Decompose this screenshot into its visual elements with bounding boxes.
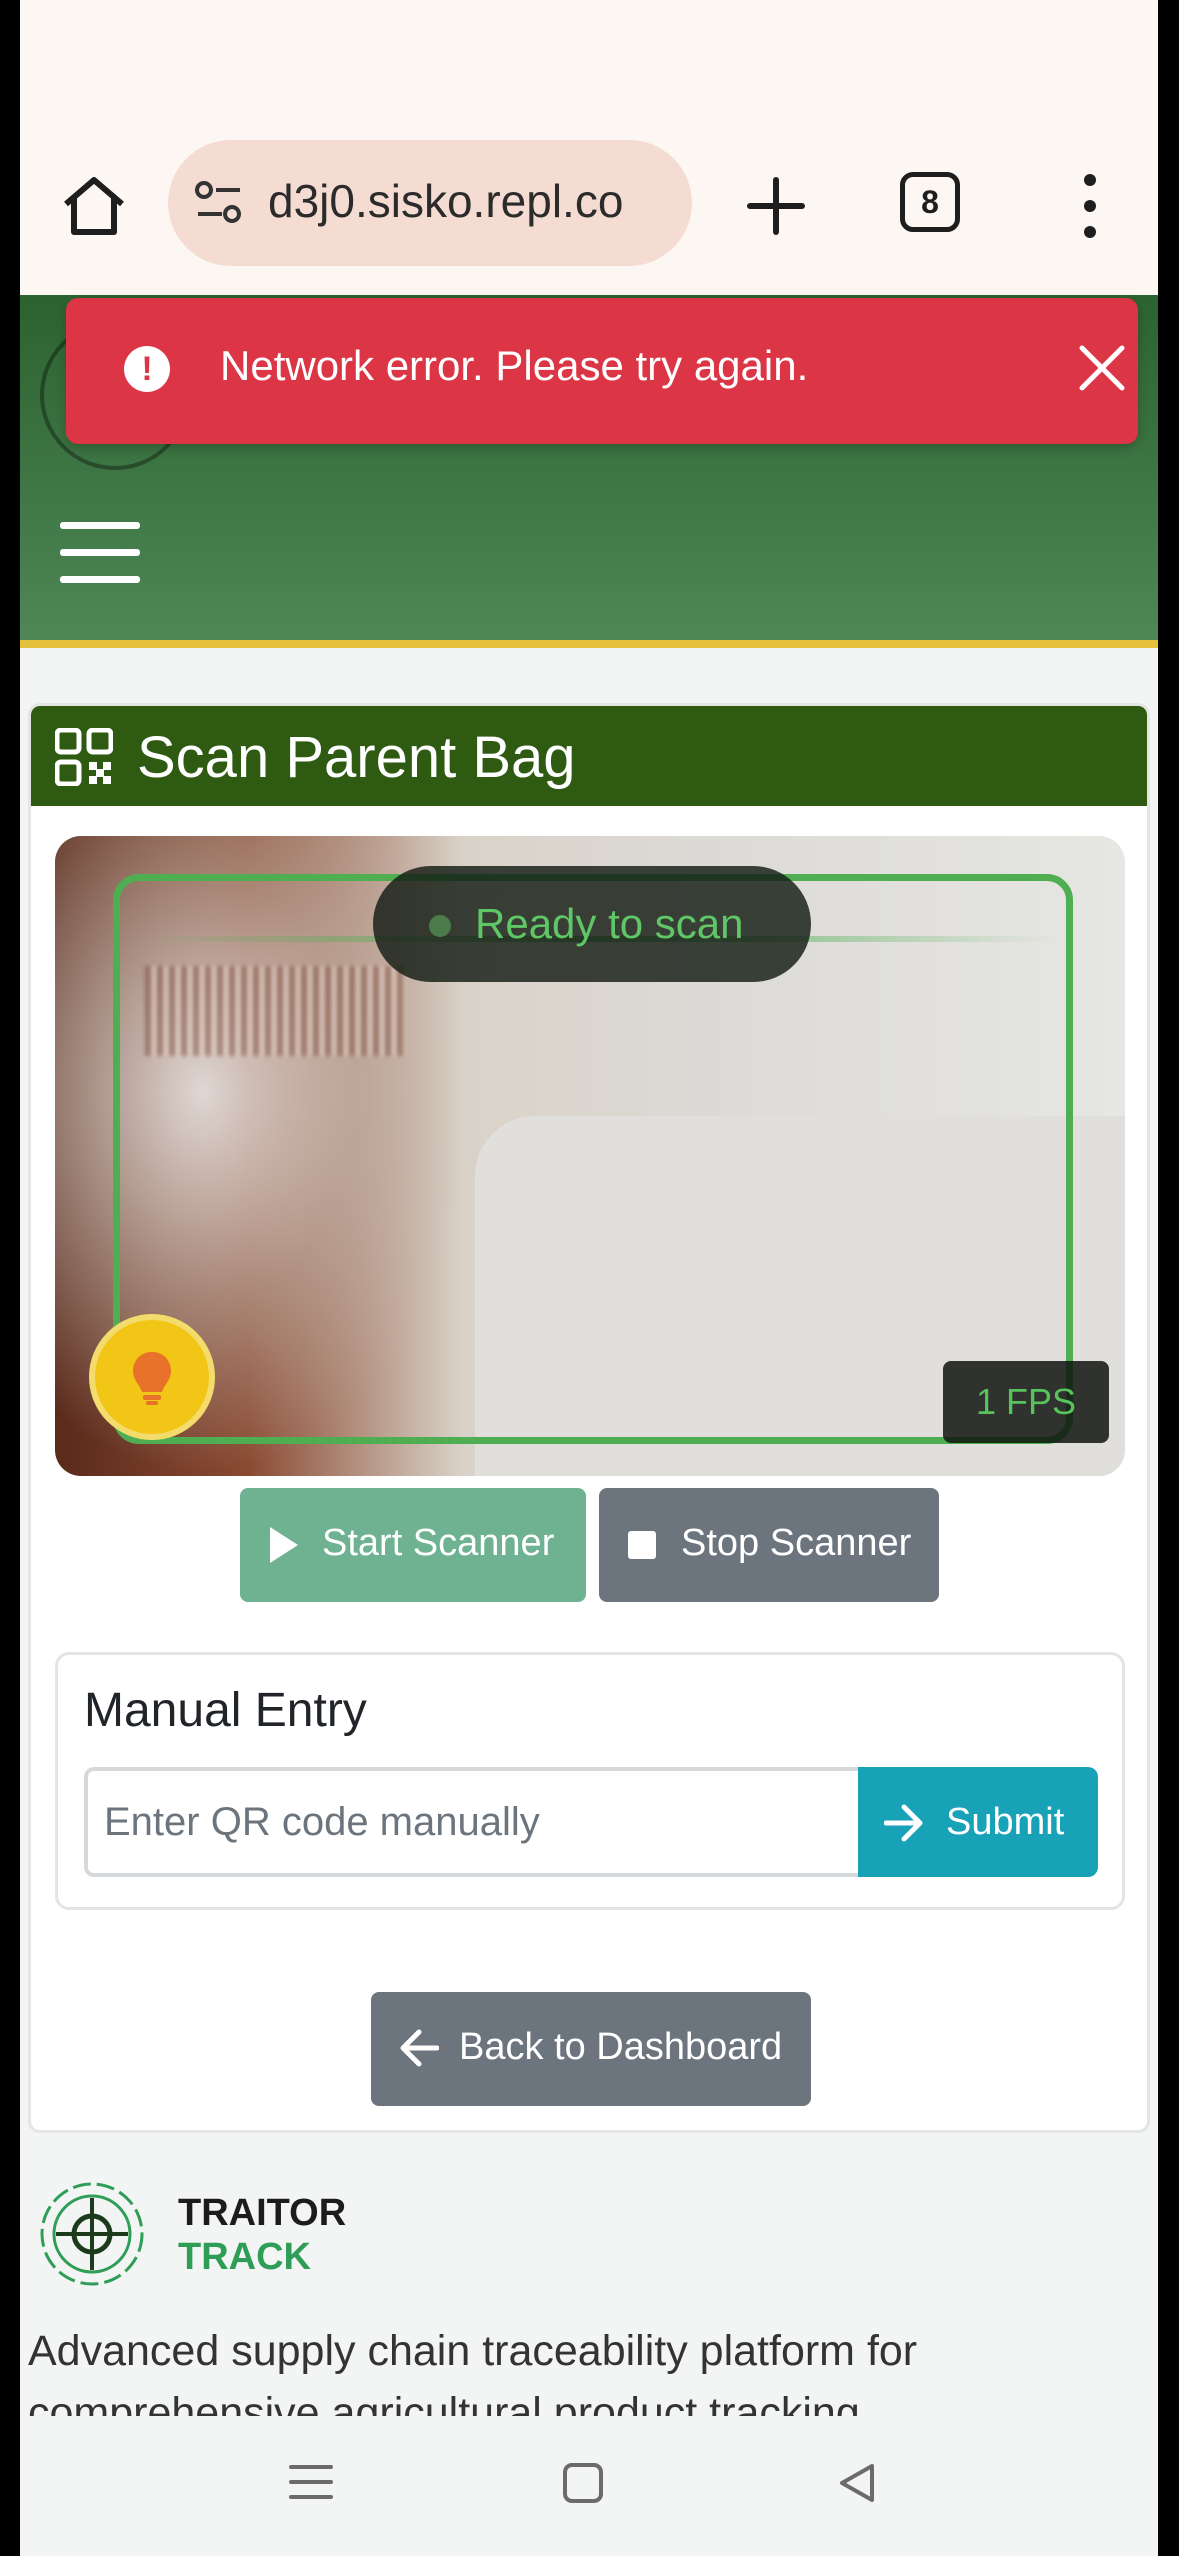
arrow-left-icon	[400, 2029, 439, 2067]
lightbulb-icon	[133, 1352, 171, 1405]
status-bar	[20, 0, 1158, 130]
manual-entry-title: Manual Entry	[84, 1684, 367, 1737]
recent-apps-icon[interactable]	[288, 2462, 334, 2502]
torch-button[interactable]	[89, 1314, 215, 1440]
submit-label: Submit	[946, 1801, 1065, 1843]
footer-description: Advanced supply chain traceability platf…	[28, 2327, 918, 2416]
back-nav-icon[interactable]	[836, 2462, 878, 2504]
camera-preview: Ready to scan 1 FPS	[55, 836, 1125, 1476]
toast-message: Network error. Please try again.	[220, 342, 809, 389]
start-scanner-label: Start Scanner	[322, 1522, 555, 1564]
scan-card: Scan Parent Bag Ready to scan 1 FPS Star…	[28, 703, 1150, 2133]
submit-button[interactable]: Submit	[858, 1767, 1098, 1877]
home-icon[interactable]	[58, 170, 130, 242]
address-bar[interactable]: d3j0.sisko.repl.co	[168, 140, 692, 266]
brand-name-line2: TRACK	[178, 2236, 311, 2278]
back-to-dashboard-label: Back to Dashboard	[459, 2026, 783, 2068]
manual-entry-panel: Manual Entry Submit	[55, 1652, 1125, 1910]
header-divider	[20, 640, 1158, 648]
site-settings-icon[interactable]	[194, 180, 244, 226]
hamburger-menu-icon[interactable]	[60, 520, 140, 586]
start-scanner-button[interactable]: Start Scanner	[240, 1488, 586, 1602]
stop-icon	[628, 1531, 656, 1559]
scanner-status-text: Ready to scan	[475, 900, 744, 947]
back-to-dashboard-button[interactable]: Back to Dashboard	[371, 1992, 811, 2106]
traitor-track-logo	[40, 2182, 144, 2286]
status-dot-icon	[429, 915, 451, 937]
brand-name-line1: TRAITOR	[178, 2192, 347, 2234]
home-nav-icon[interactable]	[562, 2462, 604, 2504]
play-icon	[270, 1527, 298, 1563]
stop-scanner-label: Stop Scanner	[681, 1522, 912, 1564]
url-text: d3j0.sisko.repl.co	[268, 175, 624, 227]
page-title: Scan Parent Bag	[137, 725, 576, 790]
close-icon[interactable]	[1074, 340, 1130, 396]
browser-toolbar: d3j0.sisko.repl.co 8	[20, 130, 1158, 295]
new-tab-icon[interactable]	[740, 170, 812, 242]
qr-code-icon	[55, 728, 113, 786]
card-header: Scan Parent Bag	[31, 706, 1147, 806]
system-navigation-bar	[20, 2416, 1158, 2556]
arrow-right-icon	[884, 1804, 923, 1842]
phone-screen: d3j0.sisko.repl.co 8 ! Network error. Pl…	[20, 0, 1158, 2556]
fps-counter: 1 FPS	[943, 1361, 1109, 1443]
more-options-icon[interactable]	[1070, 170, 1110, 242]
qr-code-input[interactable]	[84, 1767, 860, 1877]
stop-scanner-button[interactable]: Stop Scanner	[599, 1488, 939, 1602]
scanner-status-badge: Ready to scan	[373, 866, 811, 982]
alert-icon: !	[124, 346, 170, 392]
error-toast: ! Network error. Please try again.	[66, 298, 1138, 444]
tab-switcher-button[interactable]: 8	[900, 172, 960, 232]
